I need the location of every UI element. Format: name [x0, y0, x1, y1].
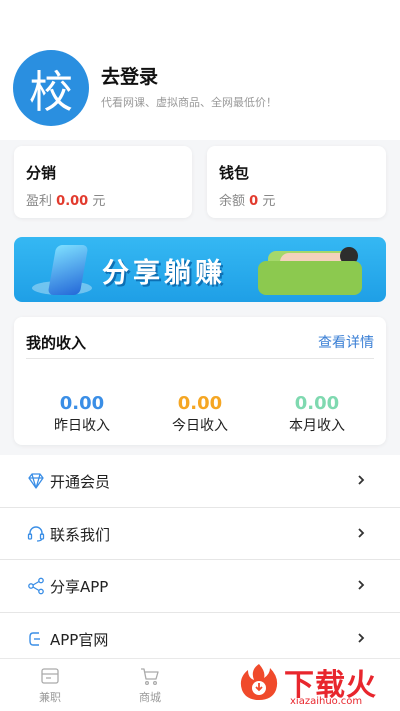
stat-month-label: 本月收入	[289, 418, 345, 434]
tab-mall-label: 商城	[139, 691, 161, 704]
wallet-title: 钱包	[219, 164, 250, 182]
earnings-prefix: 盈利	[26, 194, 53, 209]
headset-icon	[27, 525, 45, 542]
menu-label-website: APP官网	[50, 630, 109, 649]
balance-value: 0	[249, 194, 259, 209]
stat-yesterday-label: 昨日收入	[54, 418, 110, 434]
watermark-url: xiazaihuo.com	[290, 696, 363, 707]
watermark: 下载火 xiazaihuo.com	[236, 658, 400, 711]
menu-label-contact: 联系我们	[50, 525, 111, 544]
link-icon	[29, 631, 40, 646]
distribution-title: 分销	[26, 164, 57, 182]
earnings-unit: 元	[92, 194, 106, 209]
stat-today[interactable]: 0.00 今日收入	[140, 393, 260, 435]
tab-mall[interactable]: 商城	[130, 665, 170, 705]
menu-item-contact[interactable]: 联系我们	[0, 508, 400, 560]
chevron-right-icon	[358, 580, 365, 590]
earnings-value: 0.00	[56, 194, 89, 209]
cart-icon	[141, 668, 159, 686]
income-card: 我的收入 查看详情 0.00 昨日收入 0.00 今日收入 0.00 本月收入	[14, 317, 386, 445]
fire-logo-icon	[240, 664, 278, 700]
stat-yesterday[interactable]: 0.00 昨日收入	[22, 393, 142, 435]
menu-item-vip[interactable]: 开通会员	[0, 455, 400, 508]
chevron-right-icon	[358, 527, 365, 538]
income-detail-link[interactable]: 查看详情	[318, 332, 374, 352]
stat-today-label: 今日收入	[172, 418, 228, 434]
profile-header[interactable]: 校 去登录 代看网课、虚拟商品、全网最低价！	[0, 0, 400, 140]
menu-list: 开通会员 联系我们 分享APP APP官网	[0, 455, 400, 665]
avatar[interactable]: 校	[13, 50, 89, 126]
chevron-right-icon	[358, 632, 365, 643]
banner-title: 分享躺赚	[102, 258, 226, 289]
tab-job[interactable]: 兼职	[30, 665, 70, 705]
tab-job-label: 兼职	[39, 691, 61, 704]
wallet-balance: 余额 0 元	[219, 190, 275, 209]
menu-label-share: 分享APP	[50, 578, 109, 596]
balance-prefix: 余额	[219, 194, 246, 209]
income-divider	[26, 358, 374, 359]
stat-month[interactable]: 0.00 本月收入	[257, 393, 377, 435]
stat-month-value: 0.00	[294, 393, 340, 414]
share-banner[interactable]: 分享躺赚	[14, 237, 386, 302]
login-link[interactable]: 去登录	[101, 62, 158, 89]
menu-label-vip: 开通会员	[50, 473, 111, 491]
banner-sofa-illustration	[258, 261, 362, 295]
distribution-earnings: 盈利 0.00 元	[26, 190, 105, 209]
diamond-icon	[28, 473, 44, 489]
wallet-card[interactable]: 钱包 余额 0 元	[207, 146, 386, 218]
stat-yesterday-value: 0.00	[59, 393, 105, 414]
menu-item-share[interactable]: 分享APP	[0, 560, 400, 613]
profile-subtitle: 代看网课、虚拟商品、全网最低价！	[101, 96, 277, 109]
stat-today-value: 0.00	[177, 393, 223, 414]
distribution-card[interactable]: 分销 盈利 0.00 元	[14, 146, 192, 218]
chevron-right-icon	[358, 475, 365, 485]
income-title: 我的收入	[26, 334, 87, 352]
balance-unit: 元	[262, 194, 276, 209]
share-icon	[28, 577, 44, 595]
job-icon	[41, 668, 59, 684]
